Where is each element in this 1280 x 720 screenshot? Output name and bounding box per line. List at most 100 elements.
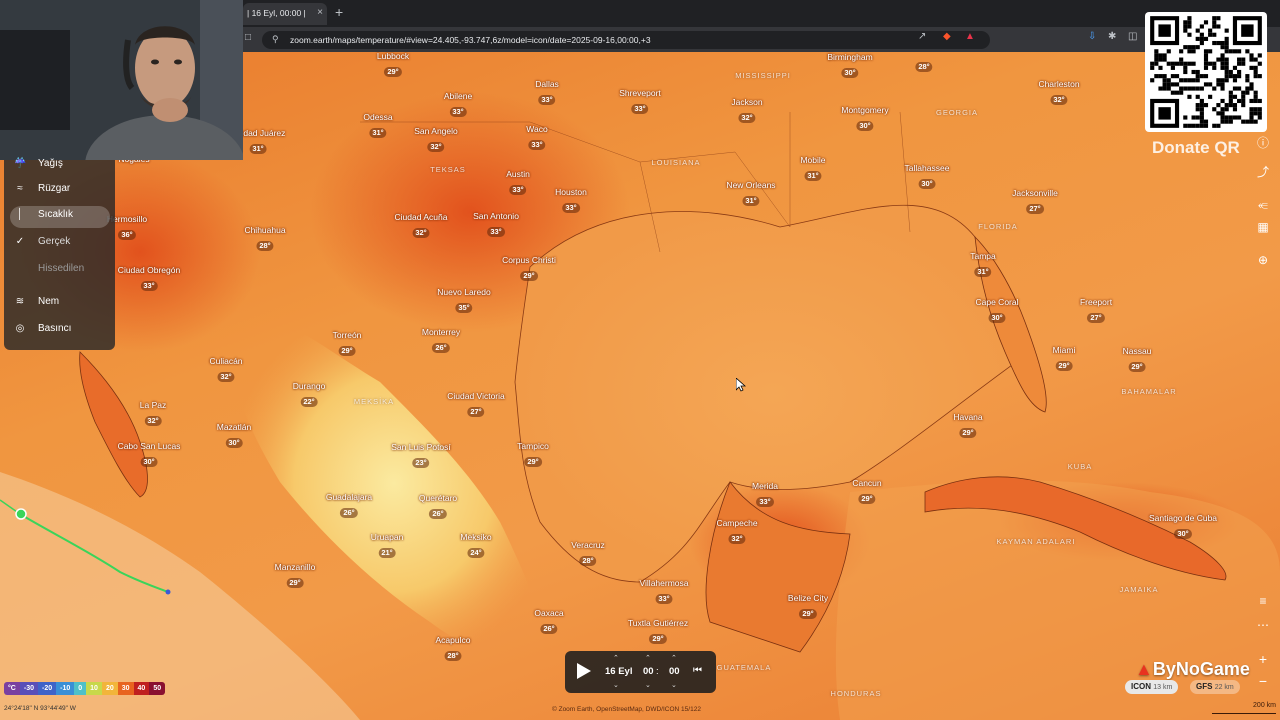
legend-stop: 40 — [133, 682, 150, 695]
layer-item-pressure[interactable]: ◎ Basıncı — [10, 320, 110, 342]
city-marker[interactable]: San Angelo 32° — [414, 126, 458, 154]
city-marker[interactable]: Tallahassee 30° — [905, 163, 949, 191]
city-marker[interactable]: Ciudad Obregón 33° — [118, 265, 180, 293]
city-marker[interactable]: Shreveport 33° — [619, 88, 661, 116]
city-marker[interactable]: Torreón 29° — [333, 330, 361, 358]
city-marker[interactable]: Merida 33° — [752, 481, 778, 509]
city-marker[interactable]: Chihuahua 28° — [244, 225, 286, 253]
skip-to-now-icon[interactable]: ⏮ — [693, 665, 702, 676]
more-options-icon[interactable]: ⋯ — [1250, 612, 1276, 638]
city-marker[interactable]: Mobile 31° — [800, 155, 826, 183]
city-marker[interactable]: Tampico 29° — [517, 441, 549, 469]
city-marker[interactable]: Jackson 32° — [731, 97, 763, 125]
city-marker[interactable]: Dallas 33° — [535, 79, 559, 107]
city-marker[interactable]: Belize City 29° — [788, 593, 828, 621]
city-marker[interactable]: Houston 33° — [555, 187, 587, 215]
city-marker[interactable]: Ciudad Acuña 32° — [395, 212, 447, 240]
area-tool-icon[interactable]: ▦ — [1250, 214, 1276, 240]
city-temperature: 33° — [756, 497, 774, 507]
city-marker[interactable]: San Luis Potosí 23° — [391, 442, 451, 470]
city-marker[interactable]: Veracruz 28° — [571, 540, 605, 568]
new-tab-button[interactable]: + — [335, 4, 343, 20]
minute-display[interactable]: 00 — [669, 666, 680, 677]
locate-me-icon[interactable]: ⊕ — [1250, 247, 1276, 273]
city-marker[interactable]: Austin 33° — [506, 169, 530, 197]
layer-item-humidity[interactable]: ≋ Nem — [10, 293, 110, 315]
city-marker[interactable]: Ciudad Victoria 27° — [447, 391, 505, 419]
model-icon-button[interactable]: ICON 13 km — [1125, 680, 1179, 694]
city-marker[interactable]: Oaxaca 26° — [534, 608, 564, 636]
city-marker[interactable]: Nassau 29° — [1123, 346, 1151, 374]
city-marker[interactable]: Birmingham 30° — [827, 52, 873, 80]
tab-close-icon[interactable]: × — [317, 7, 323, 18]
city-marker[interactable]: Acapulco 28° — [436, 635, 470, 663]
city-marker[interactable]: Tampa 31° — [970, 251, 996, 279]
bookmark-icon[interactable]: □ — [245, 32, 251, 43]
layers-stack-icon[interactable]: ≡ — [1250, 588, 1276, 614]
share-map-icon[interactable]: ⤴ — [1250, 159, 1276, 185]
map-attribution[interactable]: © Zoom Earth, OpenStreetMap, DWD/ICON 15… — [552, 706, 701, 713]
city-marker[interactable]: Cape Coral 30° — [976, 297, 1019, 325]
city-marker[interactable]: Mazatlán 30° — [217, 422, 251, 450]
brave-shield-icon[interactable]: ◆ — [943, 31, 951, 42]
city-marker[interactable]: Nuevo Laredo 35° — [437, 287, 491, 315]
city-marker[interactable]: Havana 29° — [953, 412, 983, 440]
city-name: Odessa — [363, 112, 393, 122]
share-icon[interactable]: ↗ — [918, 31, 926, 42]
layer-item-rain[interactable]: ☔ Yağış — [10, 155, 110, 177]
city-marker[interactable]: Uruapan 21° — [371, 532, 403, 560]
layer-item-check[interactable]: ✓ Gerçek — [10, 233, 110, 255]
city-marker[interactable]: Querétaro 26° — [419, 493, 457, 521]
city-marker[interactable]: Villahermosa 33° — [640, 578, 688, 606]
zoom-out-button[interactable]: − — [1252, 670, 1274, 692]
city-marker[interactable]: Campeche 32° — [716, 518, 758, 546]
play-button[interactable] — [577, 663, 591, 679]
city-marker[interactable]: Guadalajara 26° — [326, 492, 372, 520]
brave-rewards-icon[interactable]: ▲ — [965, 31, 975, 42]
layer-item-thermometer[interactable]: │ Sıcaklık — [10, 206, 110, 228]
info-icon[interactable]: ⓘ — [1250, 130, 1276, 156]
city-marker[interactable]: Lubbock 29° — [377, 52, 409, 79]
browser-tab[interactable]: | 16 Eyl, 00:00 | 2 × — [243, 3, 327, 25]
city-marker[interactable]: Culiacán 32° — [209, 356, 243, 384]
hour-up-arrow-icon[interactable]: ⌃ — [645, 654, 651, 662]
zoom-in-button[interactable]: + — [1252, 648, 1274, 670]
city-marker[interactable]: Miami 29° — [1053, 345, 1075, 373]
city-marker[interactable]: Corpus Christi 29° — [502, 255, 556, 283]
city-marker[interactable]: Cancun 29° — [852, 478, 882, 506]
city-marker[interactable]: New Orleans 31° — [726, 180, 776, 208]
city-marker[interactable]: Durango 22° — [293, 381, 325, 409]
minute-down-arrow-icon[interactable]: ⌄ — [671, 681, 677, 689]
sidebar-icon[interactable]: ◫ — [1128, 31, 1137, 42]
city-marker[interactable]: Waco 33° — [526, 124, 548, 152]
hour-display[interactable]: 00 — [643, 666, 654, 677]
download-icon[interactable]: ⇩ — [1088, 31, 1096, 42]
legend-unit[interactable]: °C — [4, 682, 20, 695]
extensions-icon[interactable]: ✱ — [1108, 31, 1116, 42]
city-marker[interactable]: 28° — [915, 56, 933, 74]
date-display[interactable]: 16 Eyl — [605, 666, 632, 677]
city-marker[interactable]: Meksiko 24° — [460, 532, 492, 560]
city-marker[interactable]: Abilene 33° — [444, 91, 472, 119]
city-marker[interactable]: Freeport 27° — [1080, 297, 1112, 325]
city-marker[interactable]: Cabo San Lucas 30° — [118, 441, 180, 469]
hour-down-arrow-icon[interactable]: ⌄ — [645, 681, 651, 689]
city-marker[interactable]: La Paz 32° — [140, 400, 166, 428]
city-marker[interactable]: Monterrey 26° — [422, 327, 460, 355]
city-marker[interactable]: Manzanillo 29° — [275, 562, 315, 590]
city-marker[interactable]: Jacksonville 27° — [1012, 188, 1058, 216]
city-marker[interactable]: San Antonio 33° — [473, 211, 519, 239]
url-field[interactable]: ⚲ zoom.earth/maps/temperature/#view=24.4… — [262, 31, 990, 49]
date-down-arrow-icon[interactable]: ⌄ — [613, 681, 619, 689]
city-marker[interactable]: Charleston 32° — [1038, 79, 1080, 107]
city-marker[interactable]: Odessa 31° — [363, 112, 393, 140]
model-gfs-button[interactable]: GFS 22 km — [1190, 680, 1240, 694]
layer-item-wind[interactable]: ≈ Rüzgar — [10, 180, 110, 202]
city-marker[interactable]: Tuxtla Gutiérrez 29° — [628, 618, 688, 646]
city-marker[interactable]: Montgomery 30° — [841, 105, 889, 133]
minute-up-arrow-icon[interactable]: ⌃ — [671, 654, 677, 662]
city-marker[interactable]: Santiago de Cuba 30° — [1149, 513, 1217, 541]
layer-item-feels-like[interactable]: Hissedilen — [10, 260, 110, 282]
site-info-icon[interactable]: ⚲ — [272, 34, 279, 45]
date-up-arrow-icon[interactable]: ⌃ — [613, 654, 619, 662]
